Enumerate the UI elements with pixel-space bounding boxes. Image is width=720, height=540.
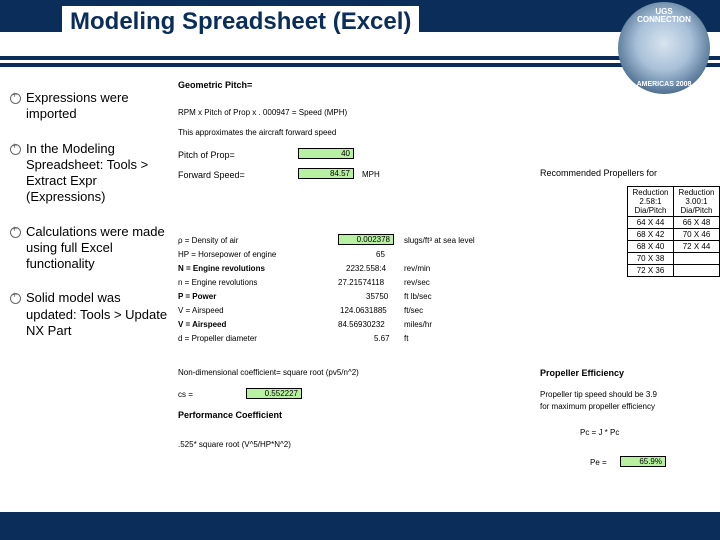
data-value: 0.002378 [338, 234, 394, 245]
legend-row: V = Airspeed [178, 306, 224, 315]
eff-note: for maximum propeller efficiency [540, 402, 655, 411]
legend-row: n = Engine revolutions [178, 278, 257, 287]
bullet-item: Solid model was updated: Tools > Update … [10, 290, 174, 339]
pitch-label: Pitch of Prop= [178, 150, 235, 160]
data-value: 27.21574118 [338, 278, 384, 287]
nondim-label: Non-dimensional coefficient= square root… [178, 368, 359, 377]
fwd-speed-value: 84.57 [298, 168, 354, 179]
bullet-item: Expressions were imported [10, 90, 174, 123]
approx-text: This approximates the aircraft forward s… [178, 128, 336, 137]
data-value: 2232.558:4 [346, 264, 386, 273]
spreadsheet-region: Geometric Pitch= RPM x Pitch of Prop x .… [178, 80, 720, 512]
eff-note: Propeller tip speed should be 3.9 [540, 390, 657, 399]
geom-pitch-label: Geometric Pitch= [178, 80, 252, 90]
data-value: 5.67 [374, 334, 390, 343]
legend-row: ρ = Density of air [178, 236, 238, 245]
perf-note: .525* square root (V^5/HP*N^2) [178, 440, 291, 449]
data-value: 124.0631885 [340, 306, 387, 315]
fwd-speed-unit: MPH [362, 170, 380, 179]
data-value: 84.56930232 [338, 320, 385, 329]
pitch-value: 40 [298, 148, 354, 159]
cs-value: 0.552227 [246, 388, 302, 399]
pc-label: Pc = J * Pc [580, 428, 619, 437]
unit-text: slugs/ft³ at sea level [404, 236, 475, 245]
unit-text: ft lb/sec [404, 292, 432, 301]
fwd-speed-label: Forward Speed= [178, 170, 245, 180]
prop-eff-title: Propeller Efficiency [540, 368, 624, 378]
data-value: 35750 [366, 292, 388, 301]
formula-text: RPM x Pitch of Prop x . 000947 = Speed (… [178, 108, 347, 117]
legend-row: P = Power [178, 292, 216, 301]
rec-prop-label: Recommended Propellers for [540, 168, 657, 178]
unit-text: rev/min [404, 264, 430, 273]
unit-text: ft [404, 334, 408, 343]
cs-label: cs = [178, 390, 193, 399]
page-title: Modeling Spreadsheet (Excel) [62, 6, 419, 38]
pe-label: Pe = [590, 458, 607, 467]
unit-text: ft/sec [404, 306, 423, 315]
bullet-list: Expressions were imported In the Modelin… [10, 90, 174, 339]
bullet-item: In the Modeling Spreadsheet: Tools > Ext… [10, 141, 174, 206]
legend-row: d = Propeller diameter [178, 334, 257, 343]
unit-text: miles/hr [404, 320, 432, 329]
data-value: 65 [376, 250, 385, 259]
legend-row: HP = Horsepower of engine [178, 250, 276, 259]
footer-bar [0, 512, 720, 540]
legend-row: N = Engine revolutions [178, 264, 265, 273]
legend-row: V = Airspeed [178, 320, 226, 329]
pe-value: 65.9% [620, 456, 666, 467]
propeller-table: Reduction 2.58:1 Dia/PitchReduction 3.00… [627, 186, 720, 277]
perf-coef-label: Performance Coefficient [178, 410, 282, 420]
unit-text: rev/sec [404, 278, 430, 287]
bullet-item: Calculations were made using full Excel … [10, 224, 174, 273]
